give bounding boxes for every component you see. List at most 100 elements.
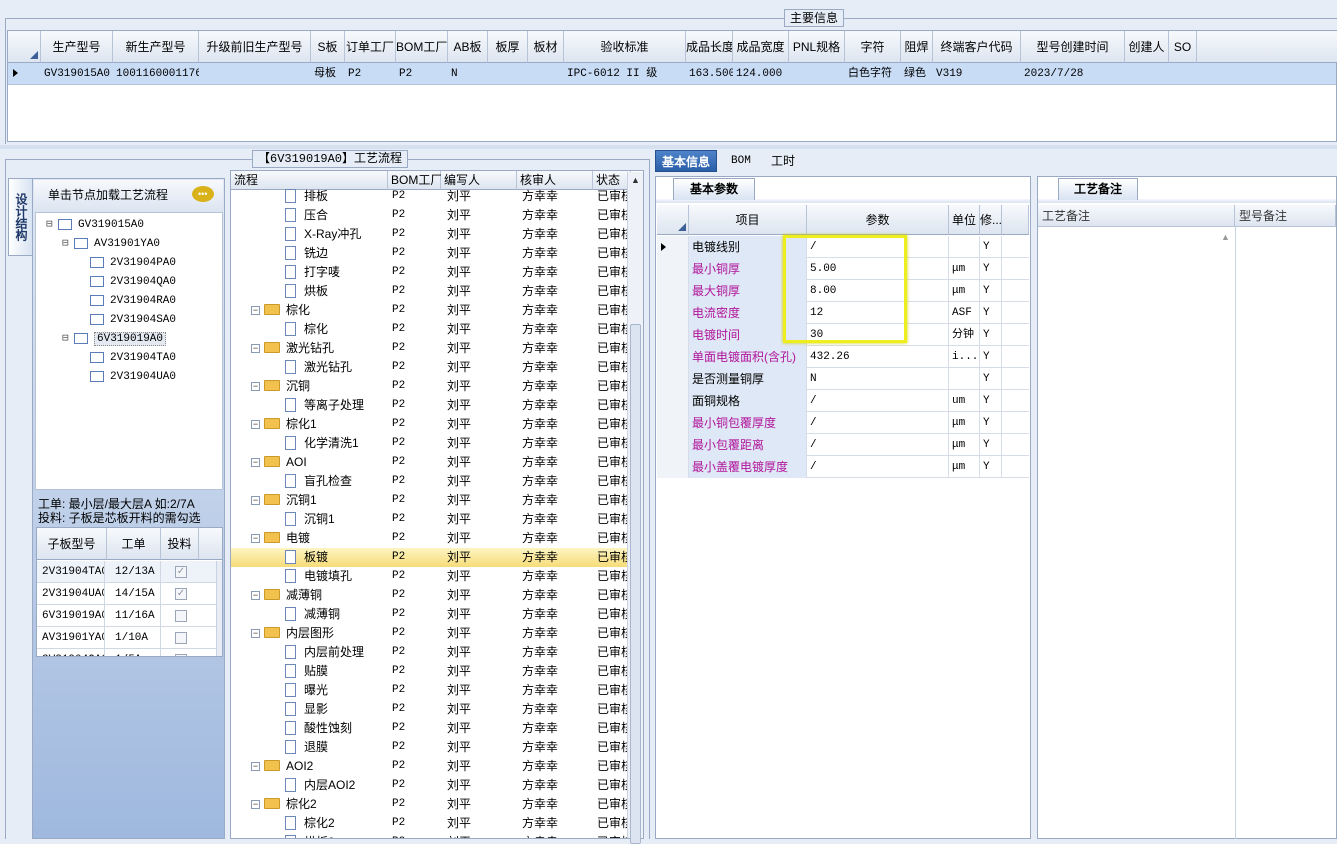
column-header[interactable]: 板材 xyxy=(528,31,564,63)
column-header[interactable]: 创建人 xyxy=(1125,31,1169,63)
column-header[interactable]: 成品长度 xyxy=(686,31,733,63)
column-header[interactable]: 型号创建时间 xyxy=(1021,31,1125,63)
basic-column-header[interactable]: 单位 xyxy=(949,205,980,235)
process-row[interactable]: − 激光钻孔 P2 刘平 方幸幸 已审核 xyxy=(231,339,631,358)
process-row[interactable]: 盲孔检查 P2 刘平 方幸幸 已审核 xyxy=(231,472,631,491)
param-value[interactable]: N xyxy=(807,368,949,390)
param-row[interactable]: 最小包覆距离 / μm Y xyxy=(657,434,1029,456)
process-row[interactable]: − AOI2 P2 刘平 方幸幸 已审核 xyxy=(231,757,631,776)
param-row[interactable]: 单面电镀面积(含孔) 432.26 i... Y xyxy=(657,346,1029,368)
main-info-row[interactable]: GV319015A0 10011600011768 母板 P2 P2 N IPC-6012 … xyxy=(8,63,1336,85)
notes-column-header[interactable]: 工艺备注 xyxy=(1038,205,1235,227)
column-header[interactable]: 订单工厂 xyxy=(345,31,396,63)
collapse-icon[interactable]: − xyxy=(251,306,260,316)
tab-basic-params[interactable]: 基本参数 xyxy=(673,178,755,200)
column-header[interactable]: BOM工厂 xyxy=(396,31,448,63)
param-value[interactable]: 432.26 xyxy=(807,346,949,368)
param-row[interactable]: 是否测量铜厚 N Y xyxy=(657,368,1029,390)
process-row[interactable]: 等离子处理 P2 刘平 方幸幸 已审核 xyxy=(231,396,631,415)
param-value[interactable]: / xyxy=(807,434,949,456)
collapse-icon[interactable]: − xyxy=(251,629,260,639)
process-row[interactable]: 沉铜1 P2 刘平 方幸幸 已审核 xyxy=(231,510,631,529)
collapse-icon[interactable]: − xyxy=(251,591,260,601)
basic-column-header[interactable]: 项目 xyxy=(689,205,807,235)
column-header[interactable]: 终端客户代码 xyxy=(933,31,1021,63)
reviewer: 方幸幸 xyxy=(522,417,559,431)
notes-scroll-arrow-icon[interactable]: ▲ xyxy=(1221,232,1230,242)
basic-column-header[interactable]: 参数 xyxy=(807,205,949,235)
column-header[interactable]: PNL规格 xyxy=(789,31,845,63)
scroll-thumb[interactable] xyxy=(630,324,641,844)
process-row[interactable]: 内层AOI2 P2 刘平 方幸幸 已审核 xyxy=(231,776,631,795)
process-row[interactable]: 板镀 P2 刘平 方幸幸 已审核 xyxy=(231,548,631,567)
collapse-icon[interactable]: − xyxy=(251,458,260,468)
collapse-icon[interactable]: − xyxy=(251,382,260,392)
param-row[interactable]: 面铜规格 / um Y xyxy=(657,390,1029,412)
bom-factory: P2 xyxy=(392,833,441,838)
process-row[interactable]: − 沉铜1 P2 刘平 方幸幸 已审核 xyxy=(231,491,631,510)
process-row[interactable]: 烘板2 P2 刘平方幸幸已审核 xyxy=(231,833,631,838)
collapse-icon[interactable]: − xyxy=(251,496,260,506)
process-row[interactable]: 酸性蚀刻 P2 刘平 方幸幸 已审核 xyxy=(231,719,631,738)
tab-hours[interactable]: 工时 xyxy=(765,150,801,172)
process-row[interactable]: − AOI P2 刘平 方幸幸 已审核 xyxy=(231,453,631,472)
column-header[interactable]: 升级前旧生产型号 xyxy=(199,31,311,63)
scroll-up-arrow-icon[interactable]: ▲ xyxy=(631,175,640,185)
column-header[interactable]: 成品宽度 xyxy=(733,31,789,63)
process-row[interactable]: 贴膜 P2 刘平 方幸幸 已审核 xyxy=(231,662,631,681)
column-header[interactable]: 新生产型号 xyxy=(113,31,199,63)
column-header[interactable]: 验收标准 xyxy=(564,31,686,63)
process-row[interactable]: − 内层图形 P2 刘平 方幸幸 已审核 xyxy=(231,624,631,643)
process-row[interactable]: 排板 P2 刘平 方幸幸 已审核 xyxy=(231,187,631,206)
collapse-icon[interactable]: − xyxy=(251,534,260,544)
column-header[interactable]: 字符 xyxy=(845,31,901,63)
process-row[interactable]: − 棕化 P2 刘平 方幸幸 已审核 xyxy=(231,301,631,320)
document-icon xyxy=(285,568,296,583)
process-row[interactable]: 曝光 P2 刘平 方幸幸 已审核 xyxy=(231,681,631,700)
column-header[interactable]: S板 xyxy=(311,31,345,63)
param-row[interactable]: 最小铜包覆厚度 / μm Y xyxy=(657,412,1029,434)
cell xyxy=(789,63,845,85)
process-row[interactable]: 化学清洗1 P2 刘平 方幸幸 已审核 xyxy=(231,434,631,453)
param-value[interactable]: / xyxy=(807,412,949,434)
model-notes-column-header[interactable]: 型号备注 xyxy=(1235,205,1336,227)
collapse-icon[interactable]: − xyxy=(251,800,260,810)
column-header[interactable]: 阻焊 xyxy=(901,31,933,63)
tab-process-notes[interactable]: 工艺备注 xyxy=(1058,178,1138,200)
process-row[interactable]: 减薄铜 P2 刘平 方幸幸 已审核 xyxy=(231,605,631,624)
tab-bom[interactable]: BOM xyxy=(725,150,757,172)
process-row[interactable]: 棕化 P2 刘平 方幸幸 已审核 xyxy=(231,320,631,339)
column-header[interactable]: 板厚 xyxy=(488,31,528,63)
param-value[interactable]: / xyxy=(807,390,949,412)
process-row[interactable]: 打字唛 P2 刘平 方幸幸 已审核 xyxy=(231,263,631,282)
collapse-icon[interactable]: − xyxy=(251,344,260,354)
process-row[interactable]: − 减薄铜 P2 刘平 方幸幸 已审核 xyxy=(231,586,631,605)
column-header[interactable]: AB板 xyxy=(448,31,488,63)
process-row[interactable]: 电镀填孔 P2 刘平 方幸幸 已审核 xyxy=(231,567,631,586)
reviewer: 方幸幸 xyxy=(522,189,559,203)
process-row[interactable]: 棕化2 P2 刘平 方幸幸 已审核 xyxy=(231,814,631,833)
process-row[interactable]: 压合 P2 刘平 方幸幸 已审核 xyxy=(231,206,631,225)
param-value[interactable]: / xyxy=(807,456,949,478)
process-row[interactable]: 内层前处理 P2 刘平 方幸幸 已审核 xyxy=(231,643,631,662)
horizontal-splitter[interactable] xyxy=(0,145,1337,149)
process-row[interactable]: 激光钻孔 P2 刘平 方幸幸 已审核 xyxy=(231,358,631,377)
process-row[interactable]: 退膜 P2 刘平 方幸幸 已审核 xyxy=(231,738,631,757)
process-row[interactable]: − 棕化1 P2 刘平 方幸幸 已审核 xyxy=(231,415,631,434)
process-row[interactable]: 显影 P2 刘平 方幸幸 已审核 xyxy=(231,700,631,719)
column-header[interactable]: 生产型号 xyxy=(41,31,113,63)
process-row[interactable]: − 棕化2 P2 刘平 方幸幸 已审核 xyxy=(231,795,631,814)
collapse-icon[interactable]: − xyxy=(251,762,260,772)
process-scrollbar[interactable]: ▲ xyxy=(627,172,643,844)
collapse-icon[interactable]: − xyxy=(251,420,260,430)
process-row[interactable]: 铣边 P2 刘平 方幸幸 已审核 xyxy=(231,244,631,263)
process-row[interactable]: − 沉铜 P2 刘平 方幸幸 已审核 xyxy=(231,377,631,396)
bom-factory: P2 xyxy=(392,456,406,468)
param-row[interactable]: 最小盖覆电镀厚度 / μm Y xyxy=(657,456,1029,478)
process-row[interactable]: X-Ray冲孔 P2 刘平 方幸幸 已审核 xyxy=(231,225,631,244)
column-header[interactable]: SO xyxy=(1169,31,1197,63)
basic-column-header[interactable]: 修... xyxy=(980,205,1002,235)
process-row[interactable]: 烘板 P2 刘平 方幸幸 已审核 xyxy=(231,282,631,301)
process-row[interactable]: − 电镀 P2 刘平 方幸幸 已审核 xyxy=(231,529,631,548)
tab-basic-info[interactable]: 基本信息 xyxy=(655,150,718,172)
